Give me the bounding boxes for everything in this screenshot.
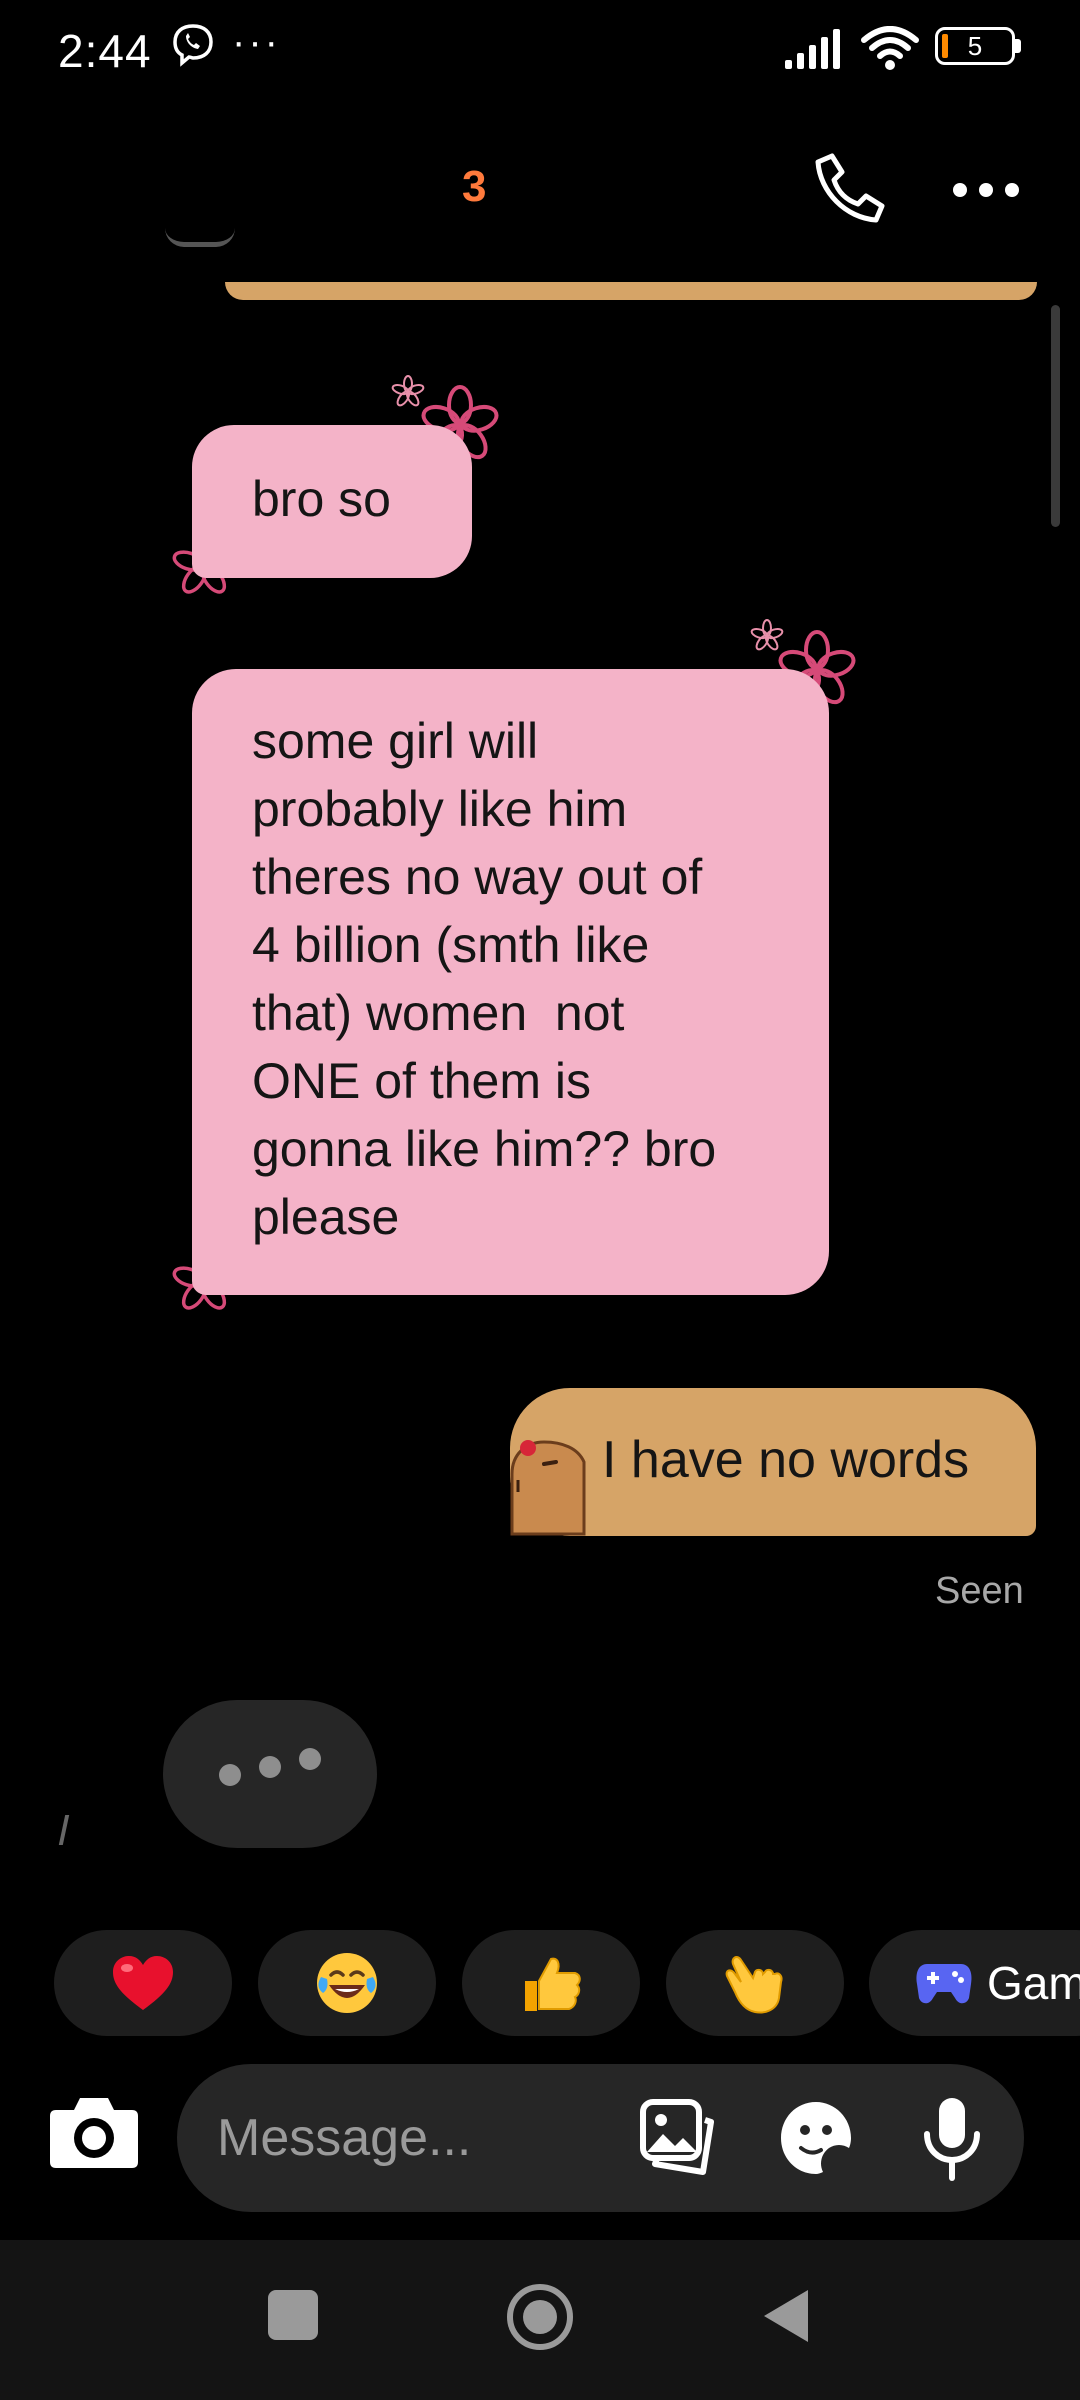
capybara-sticker (510, 1440, 586, 1536)
typing-avatar (58, 1815, 80, 1845)
gamepad-icon (916, 1964, 972, 2004)
thumbs-up-icon (525, 1957, 581, 2011)
previous-message-bubble[interactable] (225, 282, 1037, 300)
message-text: I have no words (602, 1431, 970, 1489)
pointing-hand-icon (725, 1956, 783, 2014)
microphone-icon[interactable] (917, 2094, 987, 2184)
message-text: some girl will probably like him theres … (252, 713, 717, 1245)
quick-reaction-laugh[interactable] (258, 1930, 436, 2036)
quick-reaction-heart[interactable] (54, 1930, 232, 2036)
games-label: Gam (987, 1957, 1080, 2009)
system-nav-bar (0, 2240, 1080, 2400)
recents-icon[interactable] (268, 2290, 318, 2340)
wifi-icon (861, 26, 919, 70)
message-composer[interactable]: Message... (177, 2064, 1024, 2212)
status-bar: 2:44 ··· 5 (0, 0, 1080, 100)
avatar[interactable] (165, 228, 235, 247)
home-icon[interactable] (505, 2282, 575, 2352)
battery-level: 5 (967, 31, 983, 61)
message-bubble[interactable]: I have no words (510, 1388, 1036, 1536)
games-button[interactable]: Gam (869, 1930, 1080, 2036)
viber-icon (173, 24, 213, 67)
scrollbar[interactable] (1051, 305, 1060, 527)
sticker-icon[interactable] (777, 2098, 855, 2178)
message-text: bro so (252, 471, 391, 527)
message-bubble[interactable]: some girl will probably like him theres … (192, 669, 829, 1295)
chat-header: 3 (0, 100, 1080, 280)
message-bubble[interactable]: bro so (192, 425, 472, 578)
signal-icon (785, 29, 840, 69)
battery-icon: 5 (935, 27, 1021, 65)
heart-icon (113, 1956, 173, 2010)
contact-name[interactable]: 3 (462, 162, 486, 212)
tears-of-joy-icon (317, 1953, 377, 2013)
phone-icon[interactable] (810, 148, 890, 228)
status-time: 2:44 (58, 25, 152, 77)
camera-icon (50, 2098, 138, 2168)
quick-reaction-thumbs-up[interactable] (462, 1930, 640, 2036)
seen-indicator: Seen (935, 1570, 1024, 1612)
typing-indicator (163, 1700, 377, 1848)
more-options-icon[interactable] (950, 180, 1022, 200)
gallery-icon[interactable] (639, 2098, 717, 2178)
camera-button[interactable] (42, 2080, 146, 2184)
message-input[interactable]: Message... (217, 2108, 471, 2168)
status-more-icon: ··· (232, 20, 281, 64)
back-icon[interactable] (758, 2286, 812, 2346)
quick-reaction-pointing[interactable] (666, 1930, 844, 2036)
